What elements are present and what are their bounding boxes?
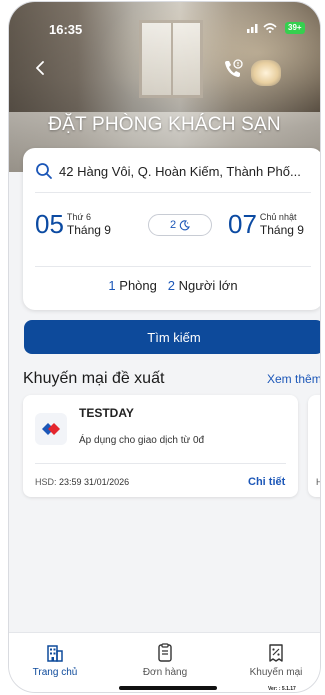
nights-badge: 2 <box>148 214 212 236</box>
room-count: 1 <box>108 278 116 293</box>
tab-promotions-label: Khuyến mại <box>249 667 303 678</box>
tab-promotions[interactable]: Khuyến mại <box>231 643 320 683</box>
search-button[interactable]: Tìm kiếm <box>24 320 320 354</box>
app-version: Ver: : 5.1.17 <box>268 686 296 692</box>
promotions-heading: Khuyến mại đề xuất <box>23 370 165 387</box>
battery-indicator: 39+ <box>285 22 305 34</box>
divider <box>35 266 311 267</box>
nights-count: 2 <box>169 219 177 231</box>
tab-orders[interactable]: Đơn hàng <box>120 643 210 683</box>
promo-code: TESTDAY <box>79 406 134 420</box>
promo-description: Áp dụng cho giao dịch từ 0đ <box>79 435 205 446</box>
discount-icon <box>269 644 283 662</box>
location-text: 42 Hàng Vôi, Q. Hoàn Kiếm, Thành Phố... <box>59 163 301 179</box>
chevron-left-icon <box>36 61 44 75</box>
hotline-button[interactable] <box>221 58 245 80</box>
expiry-value: 23:59 31/01/2026 <box>59 477 130 487</box>
moon-icon <box>179 219 190 230</box>
next-card-peek: H <box>316 477 320 487</box>
status-time: 16:35 <box>49 22 83 37</box>
tab-orders-label: Đơn hàng <box>142 667 188 678</box>
checkout-weekday: Chủ nhật <box>259 212 297 222</box>
checkin-date[interactable]: 05 Thứ 6 Tháng 9 <box>35 204 111 244</box>
bottom-tab-bar: Trang chủ Đơn hàng Khuyến mại <box>9 632 320 692</box>
checkout-date[interactable]: 07 Chủ nhật Tháng 9 <box>228 204 304 244</box>
promo-expiry: HSD: 23:59 31/01/2026 <box>35 477 129 487</box>
location-field[interactable]: 42 Hàng Vôi, Q. Hoàn Kiếm, Thành Phố... <box>35 160 315 182</box>
checkin-weekday: Thứ 6 <box>66 212 91 222</box>
signal-wifi-icon <box>247 21 279 36</box>
app-screen: 16:35 39+ ĐẶT PHÒNG KHÁCH SẠN 42 Hàng Vô… <box>9 2 320 692</box>
expiry-label: HSD: <box>35 477 57 487</box>
tab-home-label: Trang chủ <box>32 667 78 678</box>
back-button[interactable] <box>29 57 51 79</box>
see-all-link[interactable]: Xem thêm <box>267 372 320 386</box>
promo-detail-link[interactable]: Chi tiết <box>248 476 285 488</box>
hero-lamp-decoration <box>251 60 281 86</box>
tab-home[interactable]: Trang chủ <box>10 643 100 683</box>
page-title: ĐẶT PHÒNG KHÁCH SẠN <box>48 114 281 135</box>
divider <box>35 463 286 464</box>
room-guest-selector[interactable]: 1 Phòng 2 Người lớn <box>23 278 320 293</box>
promo-card[interactable]: TESTDAY Áp dụng cho giao dịch từ 0đ HSD:… <box>23 395 298 497</box>
divider <box>35 192 311 193</box>
guest-label: Người lớn <box>178 278 238 293</box>
home-building-icon <box>47 645 63 662</box>
hero-window-decoration <box>139 20 203 98</box>
checkout-day: 07 <box>228 209 257 239</box>
phone-call-icon <box>225 59 243 77</box>
promo-card-next[interactable]: H <box>308 395 320 497</box>
room-label: Phòng <box>119 278 157 293</box>
checkin-month: Tháng 9 <box>66 223 111 237</box>
search-card: 42 Hàng Vôi, Q. Hoàn Kiếm, Thành Phố... … <box>23 148 320 310</box>
order-icon <box>158 643 172 662</box>
guest-count: 2 <box>167 278 175 293</box>
bank-logo-icon <box>35 413 67 445</box>
checkout-month: Tháng 9 <box>259 223 304 237</box>
checkin-day: 05 <box>35 209 64 239</box>
search-icon <box>36 163 52 179</box>
home-indicator <box>119 686 217 690</box>
